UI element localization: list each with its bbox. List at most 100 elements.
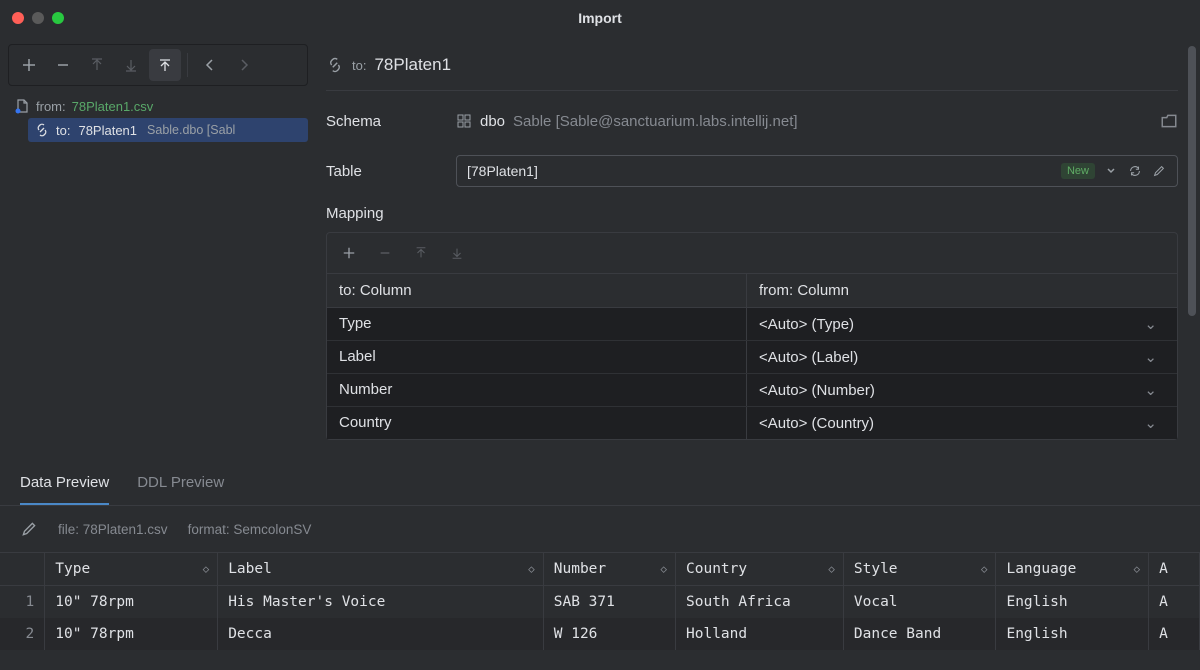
chevron-down-icon[interactable]: ⌄ xyxy=(1144,381,1165,399)
table-row: Table [78Platen1] New xyxy=(326,155,1178,187)
mapping-header: to: Column from: Column xyxy=(327,274,1177,308)
preview-file-info: file: 78Platen1.csv xyxy=(58,522,168,537)
scrollbar[interactable] xyxy=(1188,46,1196,446)
mapping-to-cell: Label xyxy=(327,341,747,373)
mapping-row[interactable]: Type <Auto> (Type) ⌄ xyxy=(327,308,1177,341)
schema-name: dbo xyxy=(480,113,505,130)
cell: A xyxy=(1149,618,1200,650)
chevron-down-icon[interactable]: ⌄ xyxy=(1144,315,1165,333)
cell: Holland xyxy=(676,618,844,650)
move-to-top-button[interactable] xyxy=(149,49,181,81)
mapping-from-cell: <Auto> (Country) xyxy=(759,415,874,432)
window-controls xyxy=(12,12,64,24)
browse-schema-button[interactable] xyxy=(1160,112,1178,130)
edit-icon[interactable] xyxy=(1147,159,1171,183)
mapping-remove-button[interactable] xyxy=(369,237,401,269)
zoom-window-button[interactable] xyxy=(52,12,64,24)
source-toolbar xyxy=(8,44,308,86)
source-pane: from: 78Platen1.csv to: 78Platen1 Sable.… xyxy=(0,36,308,456)
move-up-button[interactable] xyxy=(81,49,113,81)
mapping-section-label: Mapping xyxy=(326,205,1178,222)
add-button[interactable] xyxy=(13,49,45,81)
mapping-to-cell: Number xyxy=(327,374,747,406)
chevron-down-icon[interactable]: ⌄ xyxy=(1144,348,1165,366)
tab-ddl-preview[interactable]: DDL Preview xyxy=(137,464,224,505)
chevron-down-icon[interactable] xyxy=(1099,159,1123,183)
schema-path: Sable [Sable@sanctuarium.labs.intellij.n… xyxy=(513,113,798,130)
cell: Vocal xyxy=(843,586,996,619)
table-row[interactable]: 1 10" 78rpm His Master's Voice SAB 371 S… xyxy=(0,586,1200,619)
preview-info-bar: file: 78Platen1.csv format: SemcolonSV xyxy=(0,506,1200,552)
row-number: 2 xyxy=(0,618,45,650)
column-header[interactable]: A xyxy=(1149,553,1200,586)
mapping-to-cell: Country xyxy=(327,407,747,439)
column-header[interactable]: Label◇ xyxy=(218,553,544,586)
to-label: to: xyxy=(352,58,366,73)
cell: SAB 371 xyxy=(543,586,675,619)
preview-table: Type◇ Label◇ Number◇ Country◇ Style◇ Lan… xyxy=(0,552,1200,650)
mapping-toolbar xyxy=(327,233,1177,274)
cell: Dance Band xyxy=(843,618,996,650)
table-row[interactable]: 2 10" 78rpm Decca W 126 Holland Dance Ba… xyxy=(0,618,1200,650)
column-header[interactable]: Type◇ xyxy=(45,553,218,586)
config-pane: to: 78Platen1 Schema dbo Sable [Sable@sa… xyxy=(308,36,1200,456)
table-label: Table xyxy=(326,163,456,180)
cell: Decca xyxy=(218,618,544,650)
mapping-row[interactable]: Number <Auto> (Number) ⌄ xyxy=(327,374,1177,407)
mapping-row[interactable]: Country <Auto> (Country) ⌄ xyxy=(327,407,1177,439)
preview-header-row: Type◇ Label◇ Number◇ Country◇ Style◇ Lan… xyxy=(0,553,1200,586)
link-icon xyxy=(34,122,50,138)
mapping-from-cell: <Auto> (Number) xyxy=(759,382,875,399)
cell: English xyxy=(996,586,1149,619)
nav-forward-button[interactable] xyxy=(228,49,260,81)
column-header[interactable]: Number◇ xyxy=(543,553,675,586)
cell: A xyxy=(1149,586,1200,619)
mapping-from-cell: <Auto> (Label) xyxy=(759,349,858,366)
column-header[interactable]: Style◇ xyxy=(843,553,996,586)
new-badge: New xyxy=(1061,163,1095,179)
remove-button[interactable] xyxy=(47,49,79,81)
destination-name: 78Platen1 xyxy=(374,55,451,75)
table-input[interactable]: [78Platen1] New xyxy=(456,155,1178,187)
mapping-from-cell: <Auto> (Type) xyxy=(759,316,854,333)
cell: His Master's Voice xyxy=(218,586,544,619)
window-title: Import xyxy=(578,10,622,26)
edit-preview-button[interactable] xyxy=(20,520,38,538)
cell: South Africa xyxy=(676,586,844,619)
destination-header: to: 78Platen1 xyxy=(326,46,1178,84)
tab-data-preview[interactable]: Data Preview xyxy=(20,464,109,505)
target-name: 78Platen1 xyxy=(78,123,137,138)
move-down-button[interactable] xyxy=(115,49,147,81)
minimize-window-button[interactable] xyxy=(32,12,44,24)
source-tree: from: 78Platen1.csv to: 78Platen1 Sable.… xyxy=(8,94,308,142)
cell: W 126 xyxy=(543,618,675,650)
mapping-down-button[interactable] xyxy=(441,237,473,269)
schema-row: Schema dbo Sable [Sable@sanctuarium.labs… xyxy=(326,105,1178,137)
nav-back-button[interactable] xyxy=(194,49,226,81)
schema-label: Schema xyxy=(326,113,456,130)
row-number-header xyxy=(0,553,45,586)
mapping-header-from: from: Column xyxy=(747,274,1177,307)
cell: English xyxy=(996,618,1149,650)
row-number: 1 xyxy=(0,586,45,619)
mapping-to-cell: Type xyxy=(327,308,747,340)
source-file-name: 78Platen1.csv xyxy=(72,99,154,114)
refresh-icon[interactable] xyxy=(1123,159,1147,183)
column-header[interactable]: Country◇ xyxy=(676,553,844,586)
link-icon xyxy=(326,56,344,74)
mapping-up-button[interactable] xyxy=(405,237,437,269)
file-icon xyxy=(14,98,30,114)
preview-tabs: Data Preview DDL Preview xyxy=(0,456,1200,506)
mapping-header-to: to: Column xyxy=(327,274,747,307)
tree-source-row[interactable]: from: 78Platen1.csv xyxy=(8,94,308,118)
mapping-add-button[interactable] xyxy=(333,237,365,269)
schema-icon xyxy=(456,113,472,129)
mapping-row[interactable]: Label <Auto> (Label) ⌄ xyxy=(327,341,1177,374)
cell: 10" 78rpm xyxy=(45,618,218,650)
tree-target-row[interactable]: to: 78Platen1 Sable.dbo [Sabl xyxy=(28,118,308,142)
column-header[interactable]: Language◇ xyxy=(996,553,1149,586)
chevron-down-icon[interactable]: ⌄ xyxy=(1144,414,1165,432)
mapping-box: to: Column from: Column Type <Auto> (Typ… xyxy=(326,232,1178,440)
close-window-button[interactable] xyxy=(12,12,24,24)
titlebar: Import xyxy=(0,0,1200,36)
